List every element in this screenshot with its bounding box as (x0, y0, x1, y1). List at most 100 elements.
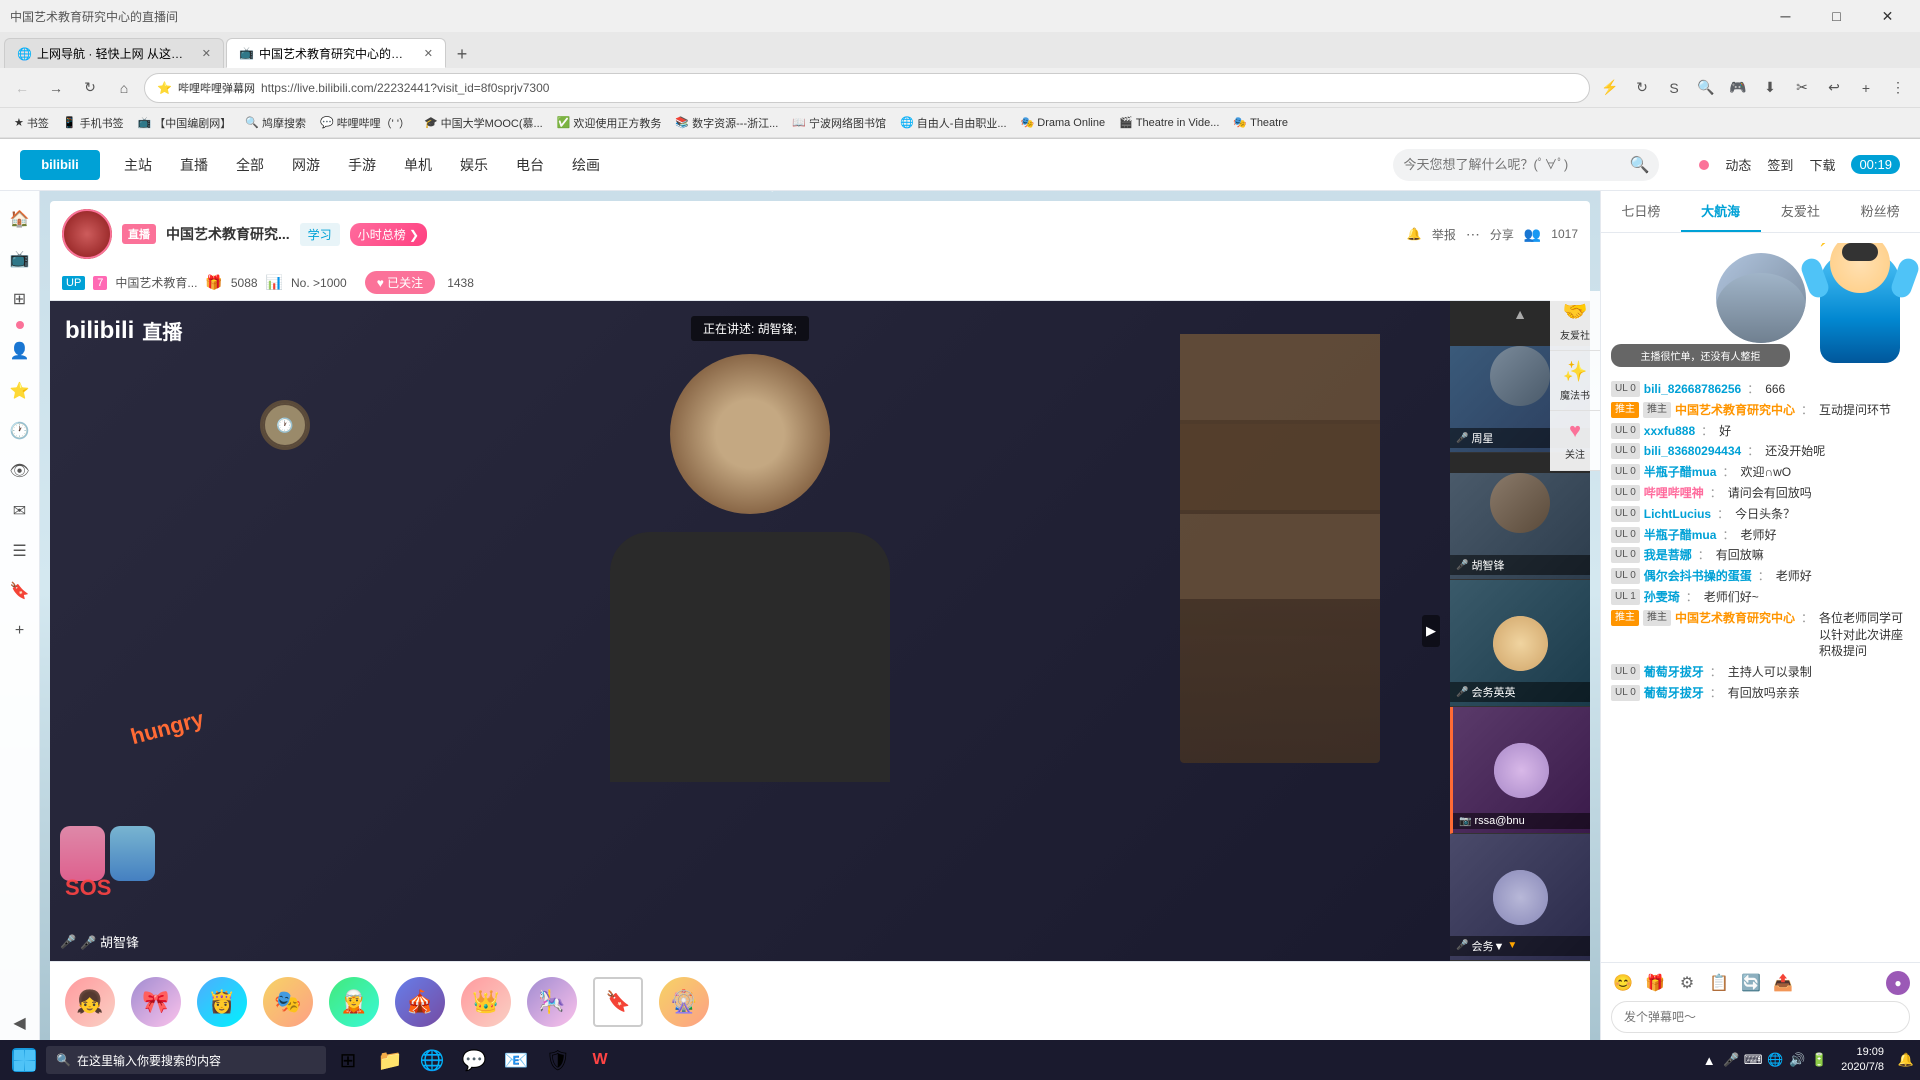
magic-panel-item[interactable]: ✨ 魔法书 (1550, 351, 1600, 411)
edge-button[interactable]: 🌐 (412, 1042, 452, 1078)
streamer-avatar[interactable] (62, 209, 112, 259)
bookmark-juben[interactable]: 📺 【中国编剧网】 (132, 113, 238, 133)
tray-volume-icon[interactable]: 🔊 (1787, 1050, 1807, 1070)
purple-button[interactable]: ● (1886, 971, 1910, 995)
participant-3[interactable]: 📷 rssa@bnu (1450, 707, 1590, 834)
follow-panel-item[interactable]: ♥ 关注 (1550, 411, 1600, 471)
tab-fans[interactable]: 粉丝榜 (1840, 191, 1920, 232)
refresh-button[interactable]: ↻ (76, 74, 104, 102)
wps-button[interactable]: W (580, 1042, 620, 1078)
refresh-icon[interactable]: ↻ (1628, 74, 1656, 102)
report-button[interactable]: 举报 (1432, 226, 1456, 243)
share-button[interactable]: 分享 (1490, 226, 1514, 243)
participant-1[interactable]: 🎤 胡智锋 (1450, 453, 1590, 580)
left-home-icon[interactable]: 🏠 (2, 201, 38, 237)
bookmark-digital[interactable]: 📚 数字资源---浙江... (669, 113, 784, 133)
wechat-button[interactable]: 💬 (454, 1042, 494, 1078)
bookmark-zhengfang[interactable]: ✅ 欢迎使用正方教务 (551, 113, 668, 133)
nav-single[interactable]: 单机 (400, 155, 436, 175)
tab-1-close[interactable]: ✕ (424, 47, 433, 60)
tab-0[interactable]: 🌐 上网导航 · 轻快上网 从这里开始 ✕ (4, 38, 224, 68)
url-bar[interactable]: ⭐ 哔哩哔哩弹幕网 https://live.bilibili.com/2223… (144, 73, 1590, 103)
bookmark-theatre[interactable]: 🎭 Theatre (1227, 114, 1294, 131)
left-collapse-icon[interactable]: ◀ (2, 1005, 38, 1041)
more-icon[interactable]: + (1852, 74, 1880, 102)
left-list-icon[interactable]: ☰ (2, 533, 38, 569)
participant-2[interactable]: 🎤 会务英英 (1450, 580, 1590, 707)
taskbar-search-box[interactable]: 🔍 在这里输入你要搜索的内容 (46, 1046, 326, 1074)
nav-live[interactable]: 直播 (176, 155, 212, 175)
tab-love[interactable]: 友爱社 (1761, 191, 1841, 232)
chat-input-field[interactable] (1611, 1001, 1910, 1033)
app-button-5[interactable]: 🛡 (538, 1042, 578, 1078)
bookmark-bilibili[interactable]: 💬 哔哩哔哩（' '） (314, 113, 416, 133)
nav-entertainment[interactable]: 娱乐 (456, 155, 492, 175)
gamepad-icon[interactable]: 🎮 (1724, 74, 1752, 102)
notification-icon[interactable]: 🔔 (1896, 1050, 1916, 1070)
follow-button[interactable]: ♥ 已关注 (365, 271, 435, 294)
bookmark-manager[interactable]: ★ 书签 (8, 113, 55, 133)
participant-4[interactable]: 🎤 会务▼ ▼ (1450, 834, 1590, 961)
nav-all[interactable]: 全部 (232, 155, 268, 175)
tray-keyboard-icon[interactable]: ⌨ (1743, 1050, 1763, 1070)
gift-item-7[interactable]: 🎠 (522, 969, 582, 1034)
start-button[interactable] (4, 1042, 44, 1078)
close-button[interactable]: ✕ (1865, 2, 1910, 30)
tab-1[interactable]: 📺 中国艺术教育研究中心的直播间 ✕ (226, 38, 446, 68)
left-bookmark-icon[interactable]: 🔖 (2, 573, 38, 609)
bookmark-mooc[interactable]: 🎓 中国大学MOOC(慕... (418, 113, 549, 133)
left-star-icon[interactable]: ⭐ (2, 373, 38, 409)
bookmark-jiuemo[interactable]: 🔍 鸠摩搜索 (239, 113, 312, 133)
nav-mobile-games[interactable]: 手游 (344, 155, 380, 175)
bilibili-logo[interactable]: bilibili (20, 150, 100, 180)
maximize-button[interactable]: □ (1814, 2, 1859, 30)
tray-network-icon[interactable]: 🌐 (1765, 1050, 1785, 1070)
share-button[interactable]: 📤 (1771, 971, 1795, 995)
undo-icon[interactable]: ↩ (1820, 74, 1848, 102)
tray-mic-icon[interactable]: 🎤 (1721, 1050, 1741, 1070)
tray-arrow[interactable]: ▲ (1699, 1050, 1719, 1070)
gift-button[interactable]: 🎁 (1643, 971, 1667, 995)
hourly-btn[interactable]: 小时总榜 ❯ (350, 223, 427, 246)
search-button[interactable]: 🔍 (1692, 74, 1720, 102)
refresh-button[interactable]: 🔄 (1739, 971, 1763, 995)
left-add-icon[interactable]: + (2, 613, 38, 649)
search-engine-icon[interactable]: S (1660, 74, 1688, 102)
gift-item-3[interactable]: 🎭 (258, 969, 318, 1034)
nav-dynamic[interactable]: 动态 (1725, 155, 1751, 174)
left-history-icon[interactable]: 🕐 (2, 413, 38, 449)
left-live-icon[interactable]: 📺 (2, 241, 38, 277)
gift-item-8[interactable]: 🔖 (588, 969, 648, 1034)
tab-7day[interactable]: 七日榜 (1601, 191, 1681, 232)
lightning-icon[interactable]: ⚡ (1596, 74, 1624, 102)
left-user-icon[interactable]: 👤 (2, 333, 38, 369)
screenshot-button[interactable]: 📋 (1707, 971, 1731, 995)
love-panel-item[interactable]: 🤝 友爱社 (1550, 291, 1600, 351)
tab-0-close[interactable]: ✕ (202, 47, 211, 60)
gift-item-5[interactable]: 🎪 (390, 969, 450, 1034)
bookmark-mobile[interactable]: 📱 手机书签 (57, 113, 130, 133)
gift-item-6[interactable]: 👑 (456, 969, 516, 1034)
nav-signin[interactable]: 签到 (1767, 155, 1793, 174)
gift-item-2[interactable]: 👸 (192, 969, 252, 1034)
nav-home[interactable]: 主站 (120, 155, 156, 175)
back-button[interactable]: ← (8, 74, 36, 102)
tab-sailing[interactable]: 大航海 (1681, 191, 1761, 232)
left-message-icon[interactable]: ✉ (2, 493, 38, 529)
gift-item-1[interactable]: 🎀 (126, 969, 186, 1034)
app-button-4[interactable]: 📧 (496, 1042, 536, 1078)
gift-item-9[interactable]: 🎡 (654, 969, 714, 1034)
bookmark-library[interactable]: 📖 宁波网络图书馆 (786, 113, 892, 133)
left-grid-icon[interactable]: ⊞ (2, 281, 38, 317)
settings-button[interactable]: ⚙ (1675, 971, 1699, 995)
bookmark-drama[interactable]: 🎭 Drama Online (1015, 114, 1112, 131)
nav-art[interactable]: 绘画 (568, 155, 604, 175)
gift-item-0[interactable]: 👧 (60, 969, 120, 1034)
search-input[interactable] (1403, 157, 1623, 172)
home-button[interactable]: ⌂ (110, 74, 138, 102)
main-video[interactable]: bilibili 直播 正在讲述: 胡智锋; ▶ (50, 301, 1450, 961)
gift-item-4[interactable]: 🧝 (324, 969, 384, 1034)
nav-radio[interactable]: 电台 (512, 155, 548, 175)
nav-download[interactable]: 下载 (1809, 155, 1835, 174)
search-button[interactable]: 🔍 (1629, 155, 1649, 175)
